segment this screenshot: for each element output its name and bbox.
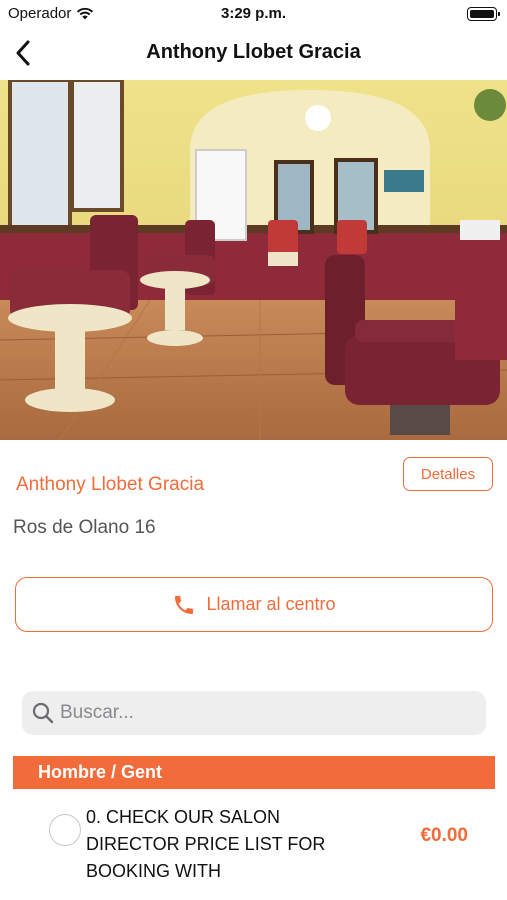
status-time: 3:29 p.m. [220, 5, 287, 22]
back-button[interactable] [8, 36, 38, 70]
status-bar: Operador 3:29 p.m. [0, 0, 507, 30]
battery-icon [467, 7, 500, 21]
service-select-radio[interactable] [49, 814, 81, 846]
call-center-button[interactable]: Llamar al centro [15, 577, 493, 632]
details-button[interactable]: Detalles [403, 457, 493, 491]
barbershop-interior-image [0, 80, 507, 440]
salon-name: Anthony Llobet Gracia [16, 474, 205, 495]
navigation-bar: Anthony Llobet Gracia [0, 30, 507, 78]
salon-photo [0, 80, 507, 440]
search-bar [22, 691, 486, 735]
phone-icon [175, 595, 194, 614]
service-row[interactable]: 0. CHECK OUR SALON DIRECTOR PRICE LIST F… [0, 800, 507, 900]
search-input[interactable] [60, 702, 460, 724]
call-center-label: Llamar al centro [206, 594, 336, 614]
chevron-left-icon [16, 40, 30, 66]
category-header: Hombre / Gent [13, 756, 495, 789]
page-title: Anthony Llobet Gracia [146, 41, 361, 63]
salon-address: Ros de Olano 16 [13, 517, 156, 538]
service-name: 0. CHECK OUR SALON DIRECTOR PRICE LIST F… [86, 807, 326, 881]
search-icon [30, 700, 56, 726]
service-price: €0.00 [420, 825, 468, 846]
